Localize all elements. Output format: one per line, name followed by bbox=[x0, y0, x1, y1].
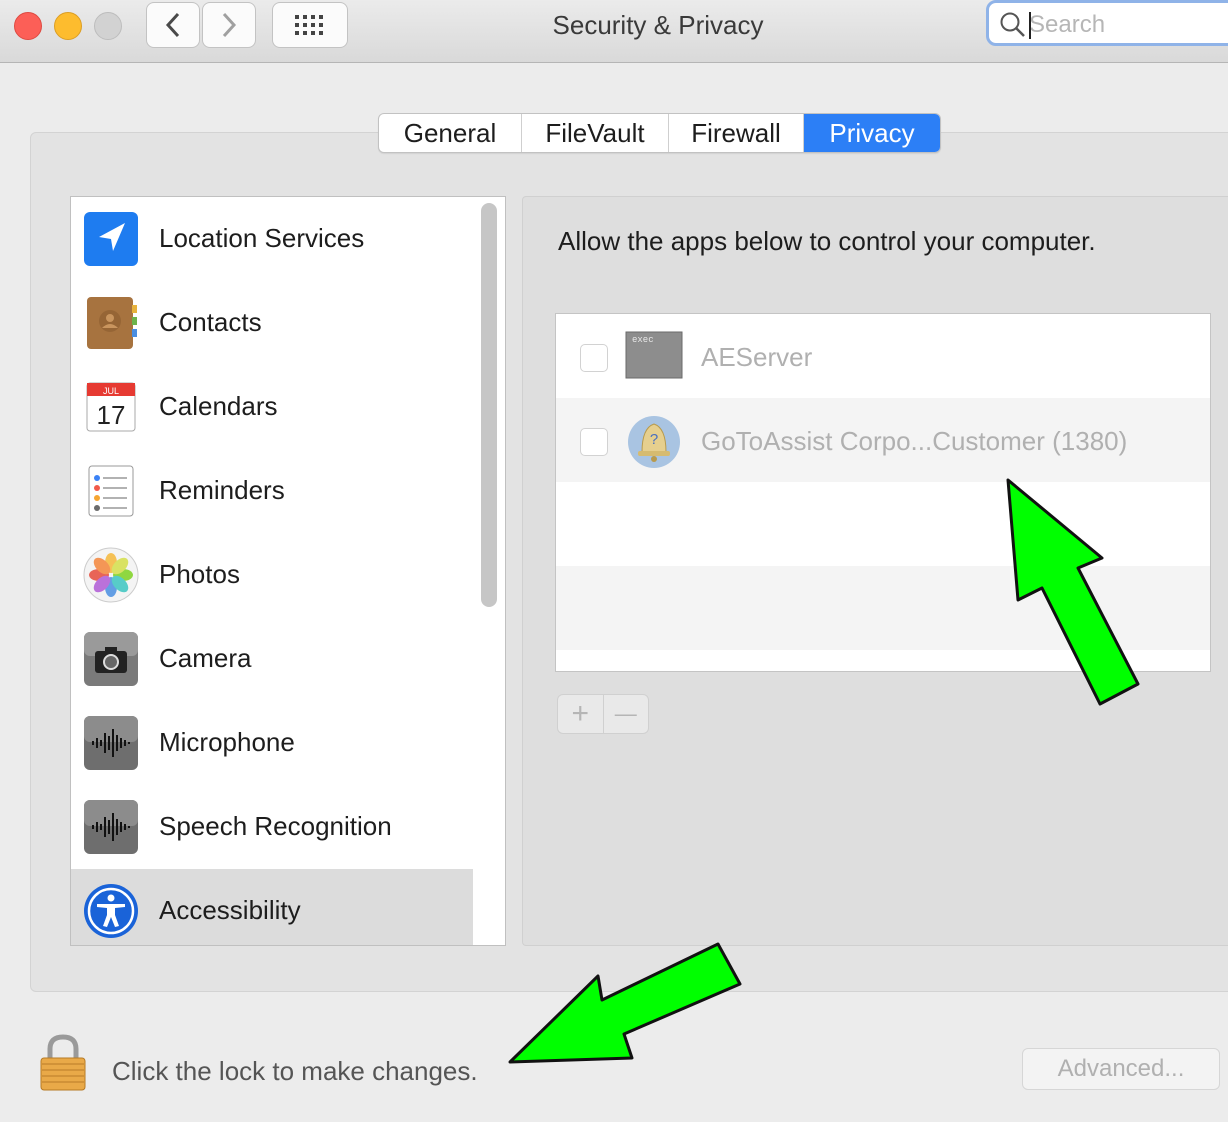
search-icon bbox=[1000, 12, 1025, 37]
waveform-icon bbox=[84, 800, 138, 854]
title-bar: Security & Privacy Search bbox=[0, 0, 1228, 63]
app-name: GoToAssist Corpo...Customer (1380) bbox=[701, 426, 1128, 456]
calendar-day: 17 bbox=[97, 400, 126, 430]
sidebar-item-location-services[interactable]: Location Services bbox=[71, 197, 473, 281]
camera-icon bbox=[84, 632, 138, 686]
sidebar-item-label: Calendars bbox=[159, 391, 278, 421]
tab-bar: General FileVault Firewall Privacy bbox=[378, 113, 941, 153]
sidebar-item-reminders[interactable]: Reminders bbox=[71, 449, 473, 533]
search-field[interactable]: Search bbox=[986, 0, 1228, 46]
photos-flower-icon bbox=[83, 547, 139, 603]
list-item[interactable]: exec AEServer bbox=[556, 314, 1210, 398]
exec-terminal-icon: exec bbox=[625, 331, 683, 379]
sidebar-item-microphone[interactable]: Microphone bbox=[71, 701, 473, 785]
bell-question-icon: ? bbox=[628, 416, 680, 468]
sidebar-item-contacts[interactable]: Contacts bbox=[71, 281, 473, 365]
list-scrollbar[interactable] bbox=[481, 203, 497, 607]
calendar-icon: JUL 17 bbox=[86, 382, 136, 432]
question-mark: ? bbox=[650, 431, 658, 448]
text-caret bbox=[1029, 12, 1031, 39]
empty-row bbox=[556, 482, 1210, 566]
tab-general[interactable]: General bbox=[379, 114, 522, 152]
lock-message: Click the lock to make changes. bbox=[112, 1056, 478, 1086]
sidebar-item-accessibility[interactable]: Accessibility bbox=[71, 869, 473, 945]
sidebar-item-photos[interactable]: Photos bbox=[71, 533, 473, 617]
calendar-month: JUL bbox=[103, 386, 119, 396]
tab-filevault[interactable]: FileVault bbox=[522, 114, 669, 152]
lock-icon[interactable] bbox=[38, 1034, 88, 1092]
app-checkbox[interactable] bbox=[580, 428, 608, 456]
reminders-list-icon bbox=[88, 465, 134, 517]
pane-description: Allow the apps below to control your com… bbox=[558, 226, 1096, 256]
minus-icon: — bbox=[614, 701, 637, 726]
contacts-book-icon bbox=[87, 297, 137, 349]
advanced-button[interactable]: Advanced... bbox=[1022, 1048, 1220, 1090]
sidebar-item-label: Contacts bbox=[159, 307, 262, 337]
tab-firewall[interactable]: Firewall bbox=[669, 114, 804, 152]
sidebar-item-label: Reminders bbox=[159, 475, 285, 505]
plus-icon: + bbox=[571, 697, 590, 730]
add-app-button[interactable]: + bbox=[558, 695, 604, 733]
list-item[interactable]: ? GoToAssist Corpo...Customer (1380) bbox=[556, 398, 1210, 482]
app-checkbox[interactable] bbox=[580, 344, 608, 372]
accessibility-figure-icon bbox=[84, 884, 138, 938]
exec-label: exec bbox=[632, 335, 654, 345]
sidebar-item-camera[interactable]: Camera bbox=[71, 617, 473, 701]
sidebar-item-calendars[interactable]: JUL 17 Calendars bbox=[71, 365, 473, 449]
tab-privacy[interactable]: Privacy bbox=[804, 114, 940, 152]
add-remove-control: + — bbox=[557, 694, 649, 734]
remove-app-button[interactable]: — bbox=[604, 695, 649, 733]
sidebar-item-speech-recognition[interactable]: Speech Recognition bbox=[71, 785, 473, 869]
sidebar-item-label: Camera bbox=[159, 643, 252, 673]
sidebar-item-label: Microphone bbox=[159, 727, 295, 757]
app-list[interactable]: exec AEServer ? GoToAssist Corpo...Custo… bbox=[555, 313, 1211, 672]
empty-row bbox=[556, 566, 1210, 650]
sidebar-item-label: Speech Recognition bbox=[159, 811, 392, 841]
sidebar-item-label: Location Services bbox=[159, 223, 365, 253]
waveform-icon bbox=[84, 716, 138, 770]
sidebar-item-label: Accessibility bbox=[159, 895, 301, 925]
sidebar-item-label: Photos bbox=[159, 559, 240, 589]
app-name: AEServer bbox=[701, 342, 813, 372]
search-input[interactable]: Search bbox=[1029, 11, 1105, 39]
location-arrow-icon bbox=[84, 212, 138, 266]
privacy-category-list[interactable]: Location Services Contacts JUL 17 Calend… bbox=[70, 196, 506, 946]
